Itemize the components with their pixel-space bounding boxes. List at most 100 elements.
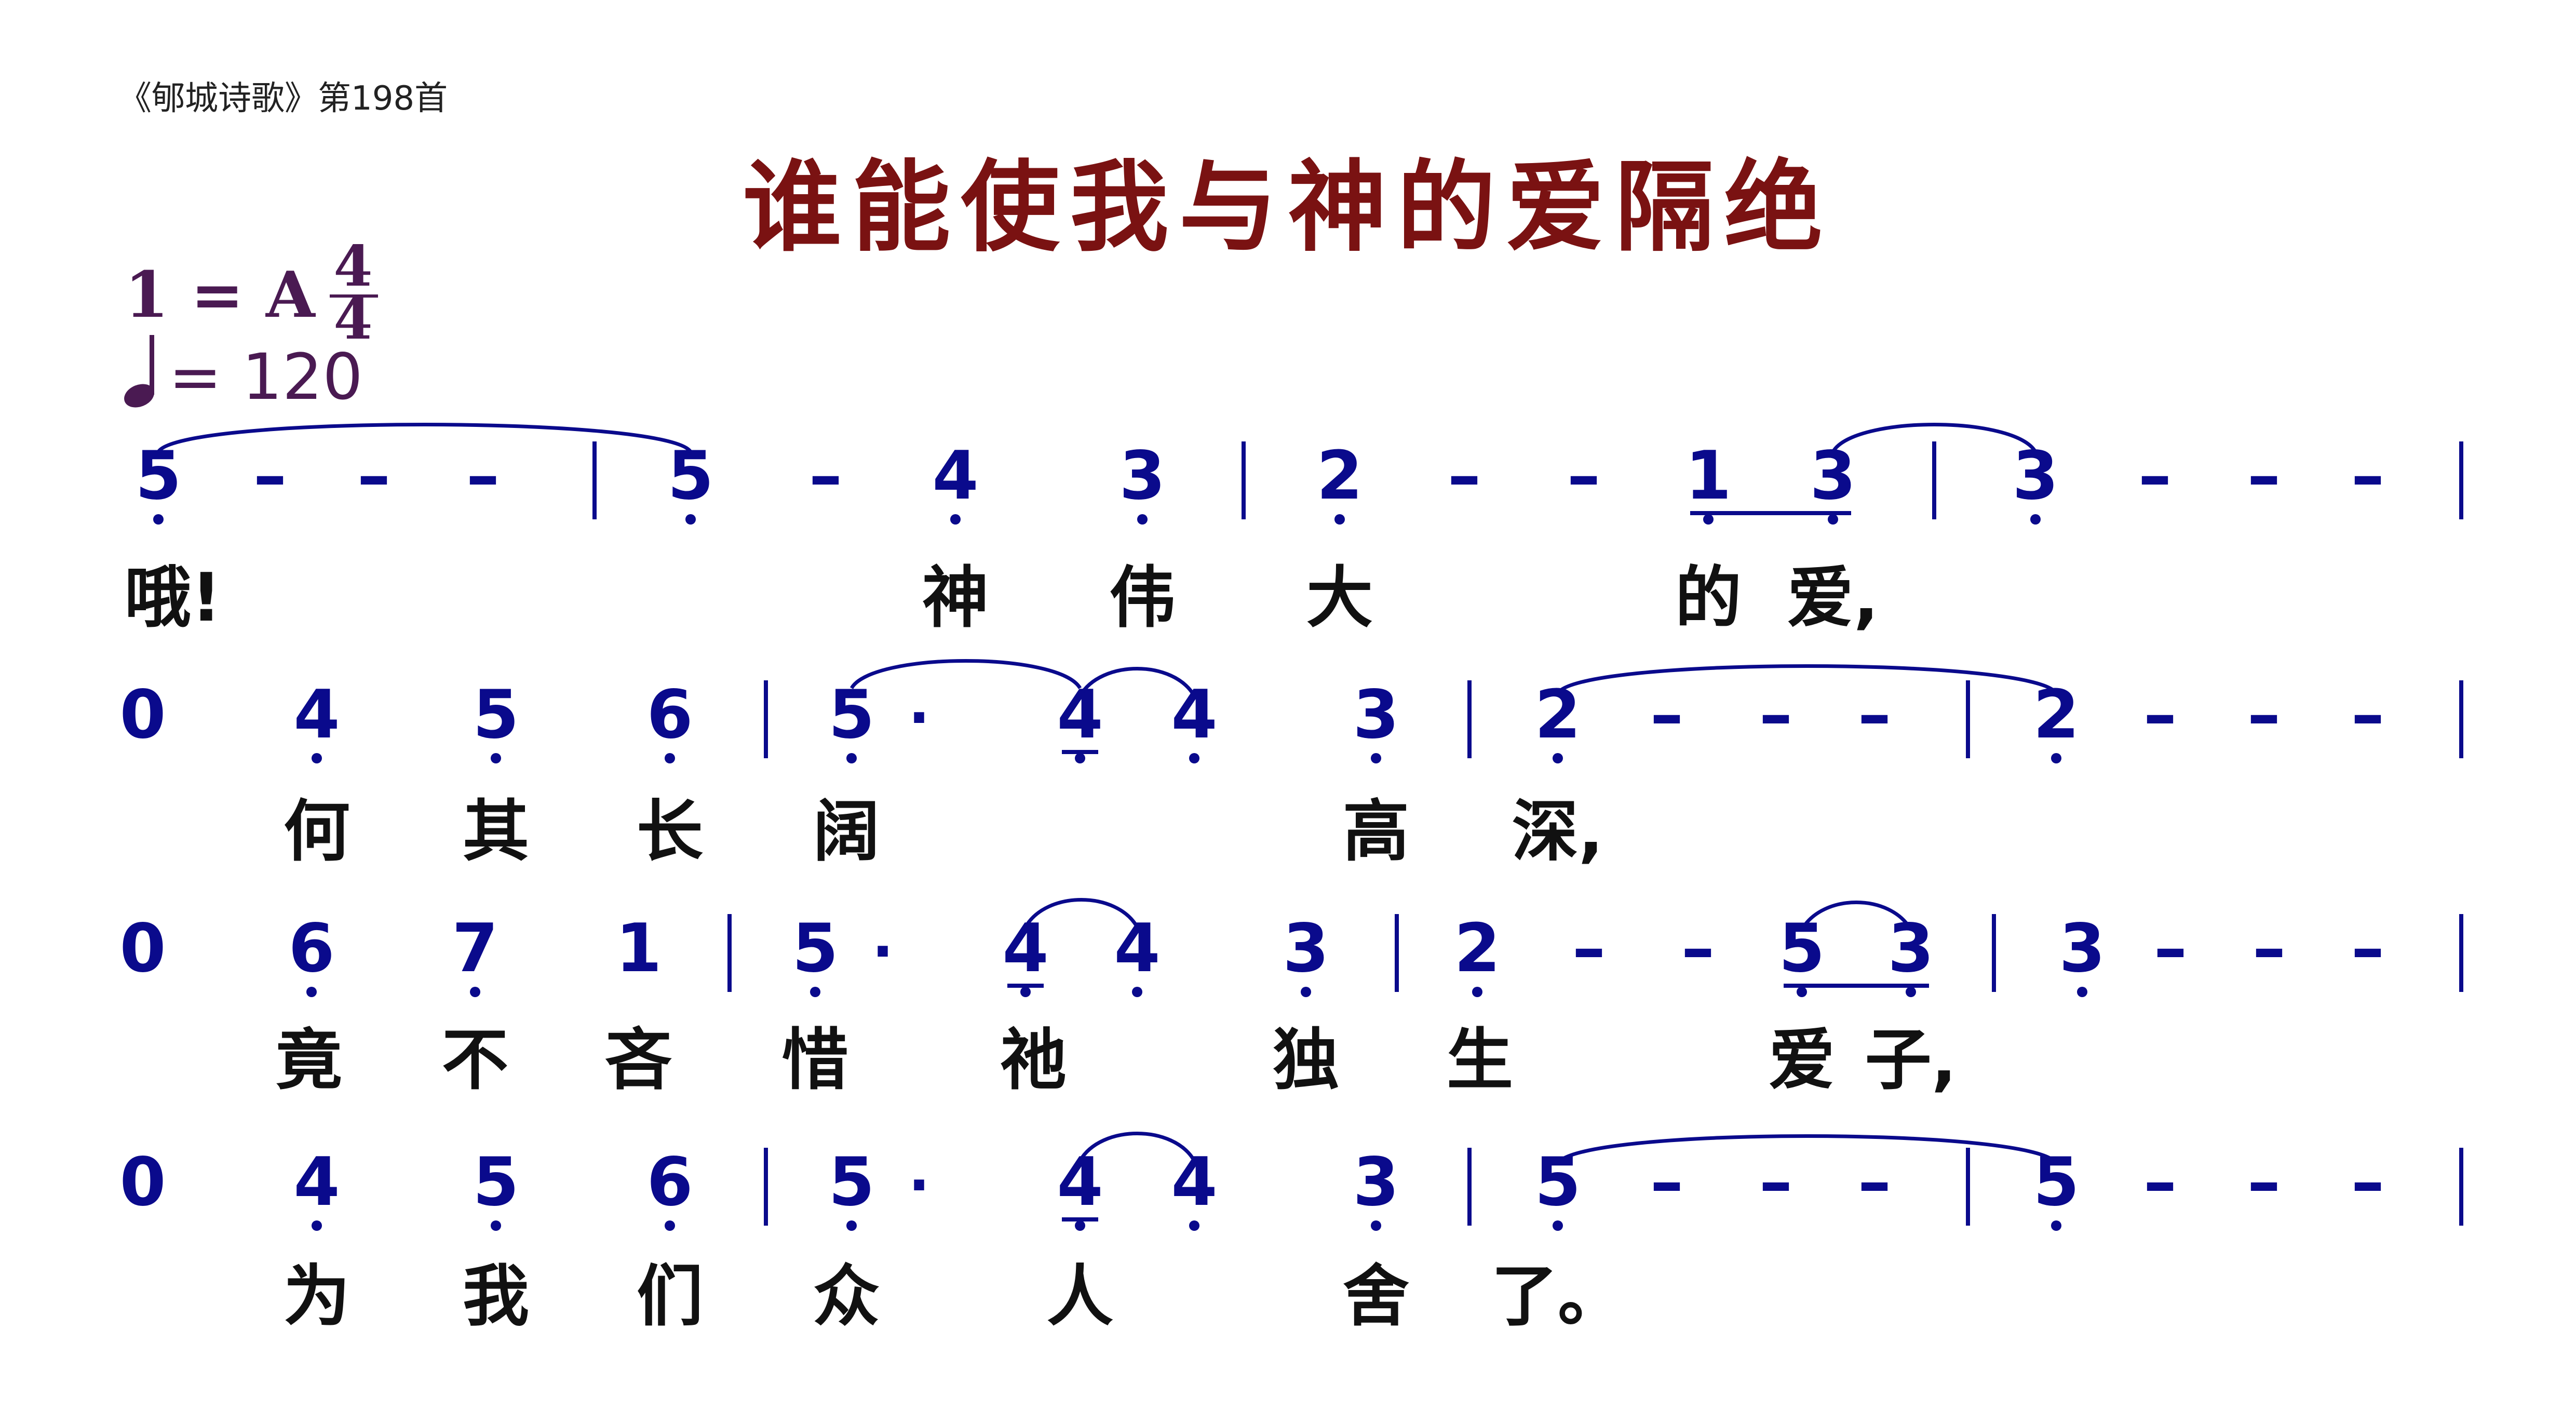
note-numeral: 2 <box>1454 910 1500 987</box>
note-numeral: 5 <box>473 676 519 754</box>
time-signature-bottom: 4 <box>333 287 372 352</box>
octave-dot-below <box>1189 1220 1199 1231</box>
octave-dot-below <box>1553 1220 1563 1231</box>
octave-dot-below <box>491 753 501 763</box>
note-numeral: 5 <box>135 437 181 515</box>
sustain-dash: – <box>1858 676 1891 754</box>
sustain-dash: – <box>1759 1144 1792 1221</box>
note-numeral: 1 <box>1685 437 1731 515</box>
octave-dot-below <box>1075 1220 1085 1231</box>
note-numeral: 4 <box>932 437 978 515</box>
octave-dot-below <box>2077 987 2087 997</box>
sustain-dash: – <box>1858 1144 1891 1221</box>
octave-dot-below <box>1301 987 1311 997</box>
octave-dot-below <box>1334 514 1345 525</box>
lyric-word: 爱, <box>1787 559 1879 637</box>
octave-dot-below <box>1828 514 1838 525</box>
note-numeral: 3 <box>1887 910 1934 987</box>
lyric-word: 独 <box>1273 1022 1339 1099</box>
sustain-dash: – <box>1759 676 1792 754</box>
sustain-dash: – <box>1572 910 1606 987</box>
lyric-word: 众 <box>813 1258 880 1335</box>
sustain-dash: – <box>2143 676 2177 754</box>
sustain-dash: – <box>2253 910 2286 987</box>
note-numeral: 4 <box>1114 910 1160 987</box>
note-numeral: 7 <box>452 910 498 987</box>
augmentation-dot: · <box>872 918 894 985</box>
octave-dot-below <box>491 1220 501 1231</box>
octave-dot-below <box>1797 987 1807 997</box>
octave-dot-below <box>2051 753 2061 763</box>
octave-dot-below <box>846 1220 857 1231</box>
octave-dot-below <box>153 514 164 525</box>
note-numeral: 3 <box>1283 910 1329 987</box>
note-numeral: 0 <box>119 910 166 987</box>
octave-dot-below <box>1371 753 1381 763</box>
note-numeral: 4 <box>293 676 340 754</box>
lyric-word: 人 <box>1047 1258 1113 1335</box>
lyric-word: 其 <box>463 793 529 870</box>
octave-dot-below <box>470 987 480 997</box>
lyric-word: 竟 <box>276 1022 342 1099</box>
augmentation-dot: · <box>908 684 930 751</box>
lyric-word: 长 <box>637 793 703 870</box>
octave-dot-below <box>1137 514 1148 525</box>
quarter-note-icon <box>124 335 154 408</box>
sustain-dash: – <box>2247 676 2281 754</box>
lyric-word: 舍 <box>1343 1258 1409 1335</box>
lyric-word: 祂 <box>1000 1022 1067 1099</box>
note-numeral: 3 <box>1119 437 1165 515</box>
note-numeral: 4 <box>1171 1144 1217 1221</box>
lyric-word: 阔 <box>813 793 880 870</box>
lyric-word: 生 <box>1447 1022 1513 1099</box>
slur <box>156 423 693 453</box>
lyric-word: 的 <box>1675 559 1742 637</box>
note-numeral: 6 <box>646 676 693 754</box>
sustain-dash: – <box>357 437 390 515</box>
note-numeral: 4 <box>1057 1144 1103 1221</box>
sustain-dash: – <box>1650 676 1683 754</box>
lyric-word: 了。 <box>1491 1258 1624 1335</box>
sustain-dash: – <box>1567 437 1600 515</box>
octave-dot-below <box>312 1220 322 1231</box>
lyric-word: 神 <box>922 559 989 637</box>
octave-dot-below <box>665 1220 675 1231</box>
lyric-word: 伟 <box>1109 559 1176 637</box>
octave-dot-below <box>2051 1220 2061 1231</box>
sustain-dash: – <box>2351 437 2384 515</box>
note-numeral: 1 <box>615 910 662 987</box>
sustain-dash: – <box>809 437 842 515</box>
sustain-dash: – <box>2143 1144 2177 1221</box>
note-numeral: 3 <box>1353 676 1399 754</box>
sustain-dash: – <box>2247 437 2281 515</box>
note-numeral: 2 <box>2033 676 2079 754</box>
sustain-dash: – <box>466 437 500 515</box>
lyric-word: 哦! <box>125 559 221 637</box>
lyric-word: 惜 <box>782 1022 848 1099</box>
note-numeral: 0 <box>119 1144 166 1221</box>
octave-dot-below <box>1020 987 1031 997</box>
octave-dot-below <box>1553 753 1563 763</box>
octave-dot-below <box>1472 987 1482 997</box>
score-page: 《郇城诗歌》第198首 谁能使我与神的爱隔绝 1 = A = 120 4 4 5… <box>0 0 2576 1423</box>
sustain-dash: – <box>1681 910 1715 987</box>
lyric-word: 爱 <box>1769 1022 1835 1099</box>
augmentation-dot: · <box>908 1152 930 1218</box>
octave-dot-below <box>810 987 820 997</box>
note-numeral: 5 <box>1778 910 1825 987</box>
octave-dot-below <box>665 753 675 763</box>
octave-dot-below <box>1189 753 1199 763</box>
sustain-dash: – <box>253 437 287 515</box>
octave-dot-below <box>685 514 696 525</box>
note-numeral: 5 <box>828 1144 874 1221</box>
octave-dot-below <box>1075 753 1085 763</box>
note-numeral: 4 <box>1002 910 1048 987</box>
lyric-word: 不 <box>442 1022 508 1099</box>
lyric-word: 何 <box>284 793 350 870</box>
slur <box>1556 664 2058 695</box>
sustain-dash: – <box>1650 1144 1683 1221</box>
sustain-dash: – <box>2351 910 2384 987</box>
note-numeral: 4 <box>1171 676 1217 754</box>
sustain-dash: – <box>2154 910 2187 987</box>
octave-dot-below <box>1703 514 1714 525</box>
